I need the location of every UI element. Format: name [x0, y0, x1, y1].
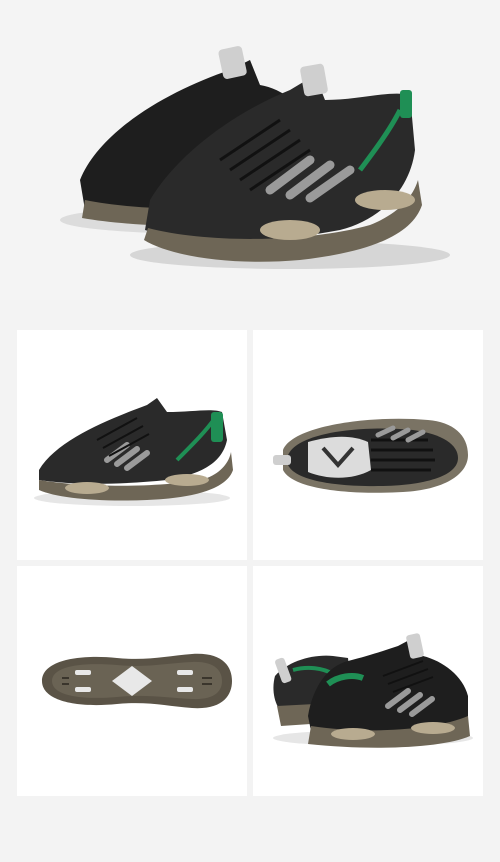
sneaker-sole-icon	[42, 653, 232, 709]
sole-view-tile	[17, 566, 247, 796]
pair-back-view-tile	[253, 566, 483, 796]
top-view-tile	[253, 330, 483, 560]
hero-image	[0, 0, 500, 300]
sneaker-top-icon	[273, 418, 468, 493]
side-view-tile	[17, 330, 247, 560]
sneaker-pair-back-icon	[273, 633, 473, 748]
sneaker-side-icon	[34, 398, 233, 506]
sneaker-pair-icon	[60, 46, 450, 269]
